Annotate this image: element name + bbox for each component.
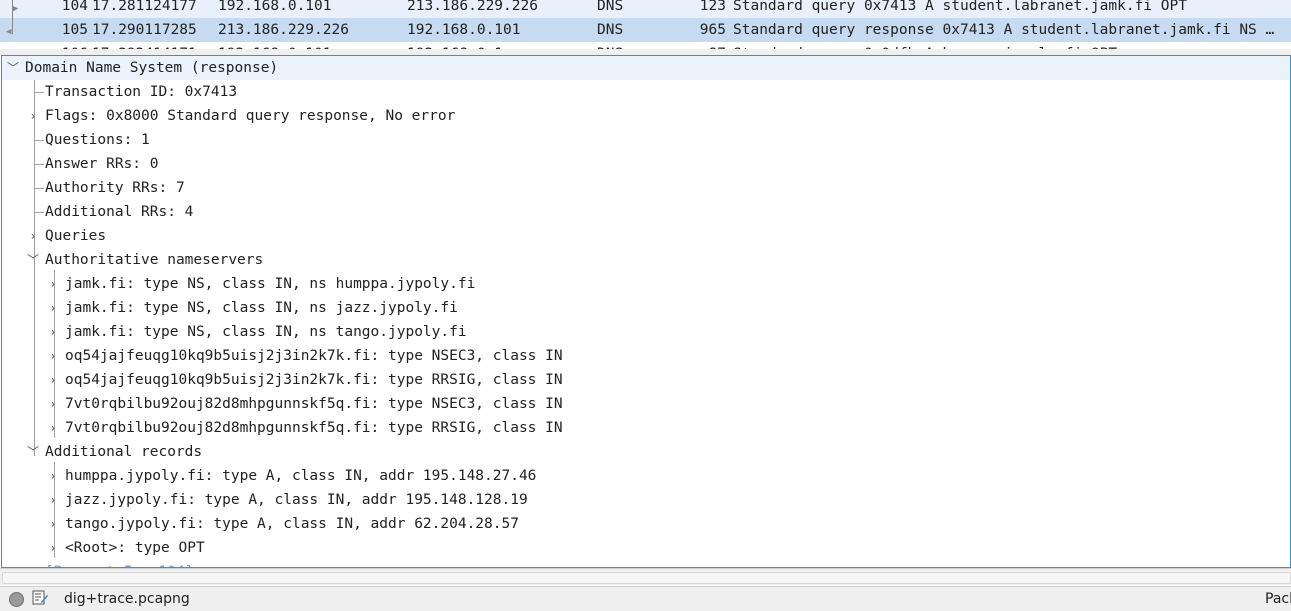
tree-item-label: Flags: 0x8000 Standard query response, N…: [45, 108, 456, 124]
chevron-right-icon[interactable]: ›: [46, 344, 60, 368]
tree-item-authoritative-nameservers[interactable]: ﹀ Authoritative nameservers: [2, 248, 1290, 272]
tree-item-label: Queries: [45, 228, 107, 244]
tree-item-label: Answer RRs: 0: [45, 156, 159, 172]
tree-item-a-record[interactable]: › humppa.jypoly.fi: type A, class IN, ad…: [2, 464, 1290, 488]
tree-branch-line: [34, 140, 44, 141]
tree-item-label: humppa.jypoly.fi: type A, class IN, addr…: [65, 468, 537, 484]
tree-item-questions[interactable]: Questions: 1: [2, 128, 1290, 152]
tree-item-label: Domain Name System (response): [25, 60, 279, 76]
tree-item-label: oq54jajfeuqg10kq9b5uisj2j3in2k7k.fi: typ…: [65, 372, 563, 388]
tree-item-label: 7vt0rqbilbu92ouj82d8mhpgunnskf5q.fi: typ…: [65, 396, 563, 412]
packet-time: 17.281124177: [92, 0, 197, 14]
packet-protocol: DNS: [597, 0, 624, 14]
chevron-right-icon[interactable]: ›: [46, 320, 60, 344]
tree-item-queries[interactable]: › Queries: [2, 224, 1290, 248]
packet-destination: 192.168.0.101: [407, 22, 521, 38]
tree-branch-line: [34, 164, 44, 165]
packet-source: 192.168.0.101: [218, 0, 332, 14]
chevron-right-icon[interactable]: ›: [46, 368, 60, 392]
tree-item-nsec3-record[interactable]: › 7vt0rqbilbu92ouj82d8mhpgunnskf5q.fi: t…: [2, 392, 1290, 416]
packet-list[interactable]: 104 17.281124177 192.168.0.101 213.186.2…: [0, 0, 1291, 50]
tree-item-rrsig-record[interactable]: › oq54jajfeuqg10kq9b5uisj2j3in2k7k.fi: t…: [2, 368, 1290, 392]
tree-item-opt-record[interactable]: › <Root>: type OPT: [2, 536, 1290, 560]
tree-item-flags[interactable]: › Flags: 0x8000 Standard query response,…: [2, 104, 1290, 128]
tree-item-label: <Root>: type OPT: [65, 540, 205, 556]
tree-item-answer-rrs[interactable]: Answer RRs: 0: [2, 152, 1290, 176]
tree-item-label: jamk.fi: type NS, class IN, ns humppa.jy…: [65, 276, 476, 292]
packet-length: 123: [699, 0, 726, 14]
chevron-right-icon[interactable]: ›: [46, 296, 60, 320]
chevron-right-icon[interactable]: ›: [46, 272, 60, 296]
packet-number: 105: [61, 22, 88, 38]
packet-row-selected[interactable]: 105 17.290117285 213.186.229.226 192.168…: [0, 18, 1291, 42]
tree-item-request-in-link[interactable]: [Request In: 104]: [2, 560, 1290, 567]
tree-item-label: Transaction ID: 0x7413: [45, 84, 238, 100]
tree-item-label: oq54jajfeuqg10kq9b5uisj2j3in2k7k.fi: typ…: [65, 348, 563, 364]
chevron-right-icon[interactable]: ›: [46, 512, 60, 536]
status-bar: dig+trace.pcapng Pacl: [0, 586, 1291, 611]
packet-protocol: DNS: [597, 22, 624, 38]
tree-item-label: Authoritative nameservers: [45, 252, 264, 268]
capture-file-name: dig+trace.pcapng: [64, 591, 190, 607]
tree-item-label: tango.jypoly.fi: type A, class IN, addr …: [65, 516, 519, 532]
tree-item-nsec3-record[interactable]: › oq54jajfeuqg10kq9b5uisj2j3in2k7k.fi: t…: [2, 344, 1290, 368]
tree-branch-line: [34, 92, 44, 93]
chevron-right-icon[interactable]: ›: [26, 224, 40, 248]
edit-comment-icon[interactable]: [32, 590, 48, 606]
scrollbar-trough[interactable]: [2, 572, 1291, 584]
tree-item-ns-record[interactable]: › jamk.fi: type NS, class IN, ns tango.j…: [2, 320, 1290, 344]
packets-status-text: Pacl: [1265, 591, 1291, 607]
tree-item-ns-record[interactable]: › jamk.fi: type NS, class IN, ns humppa.…: [2, 272, 1290, 296]
chevron-right-icon[interactable]: ›: [46, 392, 60, 416]
response-arrow-icon: ◀: [6, 27, 12, 37]
tree-item-a-record[interactable]: › tango.jypoly.fi: type A, class IN, add…: [2, 512, 1290, 536]
chevron-down-icon[interactable]: ﹀: [26, 248, 40, 272]
chevron-right-icon[interactable]: ›: [26, 104, 40, 128]
chevron-right-icon[interactable]: ›: [46, 488, 60, 512]
chevron-right-icon[interactable]: ›: [46, 416, 60, 440]
capture-status-icon[interactable]: [9, 592, 24, 607]
packet-number: 104: [61, 0, 88, 14]
tree-item-label: jamk.fi: type NS, class IN, ns tango.jyp…: [65, 324, 467, 340]
chevron-right-icon[interactable]: ›: [46, 464, 60, 488]
tree-item-authority-rrs[interactable]: Authority RRs: 7: [2, 176, 1290, 200]
packet-length: 965: [699, 22, 726, 38]
tree-item-label: Additional RRs: 4: [45, 204, 194, 220]
tree-item-additional-rrs[interactable]: Additional RRs: 4: [2, 200, 1290, 224]
tree-item-dns-header[interactable]: ﹀ Domain Name System (response): [2, 56, 1290, 80]
tree-item-ns-record[interactable]: › jamk.fi: type NS, class IN, ns jazz.jy…: [2, 296, 1290, 320]
packet-details-tree[interactable]: ﹀ Domain Name System (response) Transact…: [1, 55, 1291, 568]
tree-item-a-record[interactable]: › jazz.jypoly.fi: type A, class IN, addr…: [2, 488, 1290, 512]
chevron-down-icon[interactable]: ﹀: [26, 440, 40, 464]
tree-item-label: jamk.fi: type NS, class IN, ns jazz.jypo…: [65, 300, 458, 316]
packet-row[interactable]: 104 17.281124177 192.168.0.101 213.186.2…: [0, 0, 1291, 18]
tree-item-label: jazz.jypoly.fi: type A, class IN, addr 1…: [65, 492, 528, 508]
tree-item-label: Authority RRs: 7: [45, 180, 185, 196]
tree-item-rrsig-record[interactable]: › 7vt0rqbilbu92ouj82d8mhpgunnskf5q.fi: t…: [2, 416, 1290, 440]
chevron-down-icon[interactable]: ﹀: [6, 56, 20, 80]
chevron-right-icon[interactable]: ›: [46, 536, 60, 560]
tree-branch-line: [34, 188, 44, 189]
packet-destination: 213.186.229.226: [407, 0, 538, 14]
horizontal-scrollbar[interactable]: [0, 568, 1291, 585]
tree-item-label: Additional records: [45, 444, 203, 460]
packet-info: Standard query response 0x7413 A student…: [733, 22, 1275, 38]
packet-info: Standard query 0x7413 A student.labranet…: [733, 0, 1187, 14]
tree-item-transaction-id[interactable]: Transaction ID: 0x7413: [2, 80, 1290, 104]
tree-item-label: 7vt0rqbilbu92ouj82d8mhpgunnskf5q.fi: typ…: [65, 420, 563, 436]
tree-item-additional-records[interactable]: ﹀ Additional records: [2, 440, 1290, 464]
tree-item-label: Questions: 1: [45, 132, 150, 148]
request-arrow-icon: ▶: [13, 4, 19, 14]
request-in-link[interactable]: [Request In: 104]: [45, 560, 193, 567]
packet-time: 17.290117285: [92, 22, 197, 38]
tree-branch-line: [34, 212, 44, 213]
packet-source: 213.186.229.226: [218, 22, 349, 38]
